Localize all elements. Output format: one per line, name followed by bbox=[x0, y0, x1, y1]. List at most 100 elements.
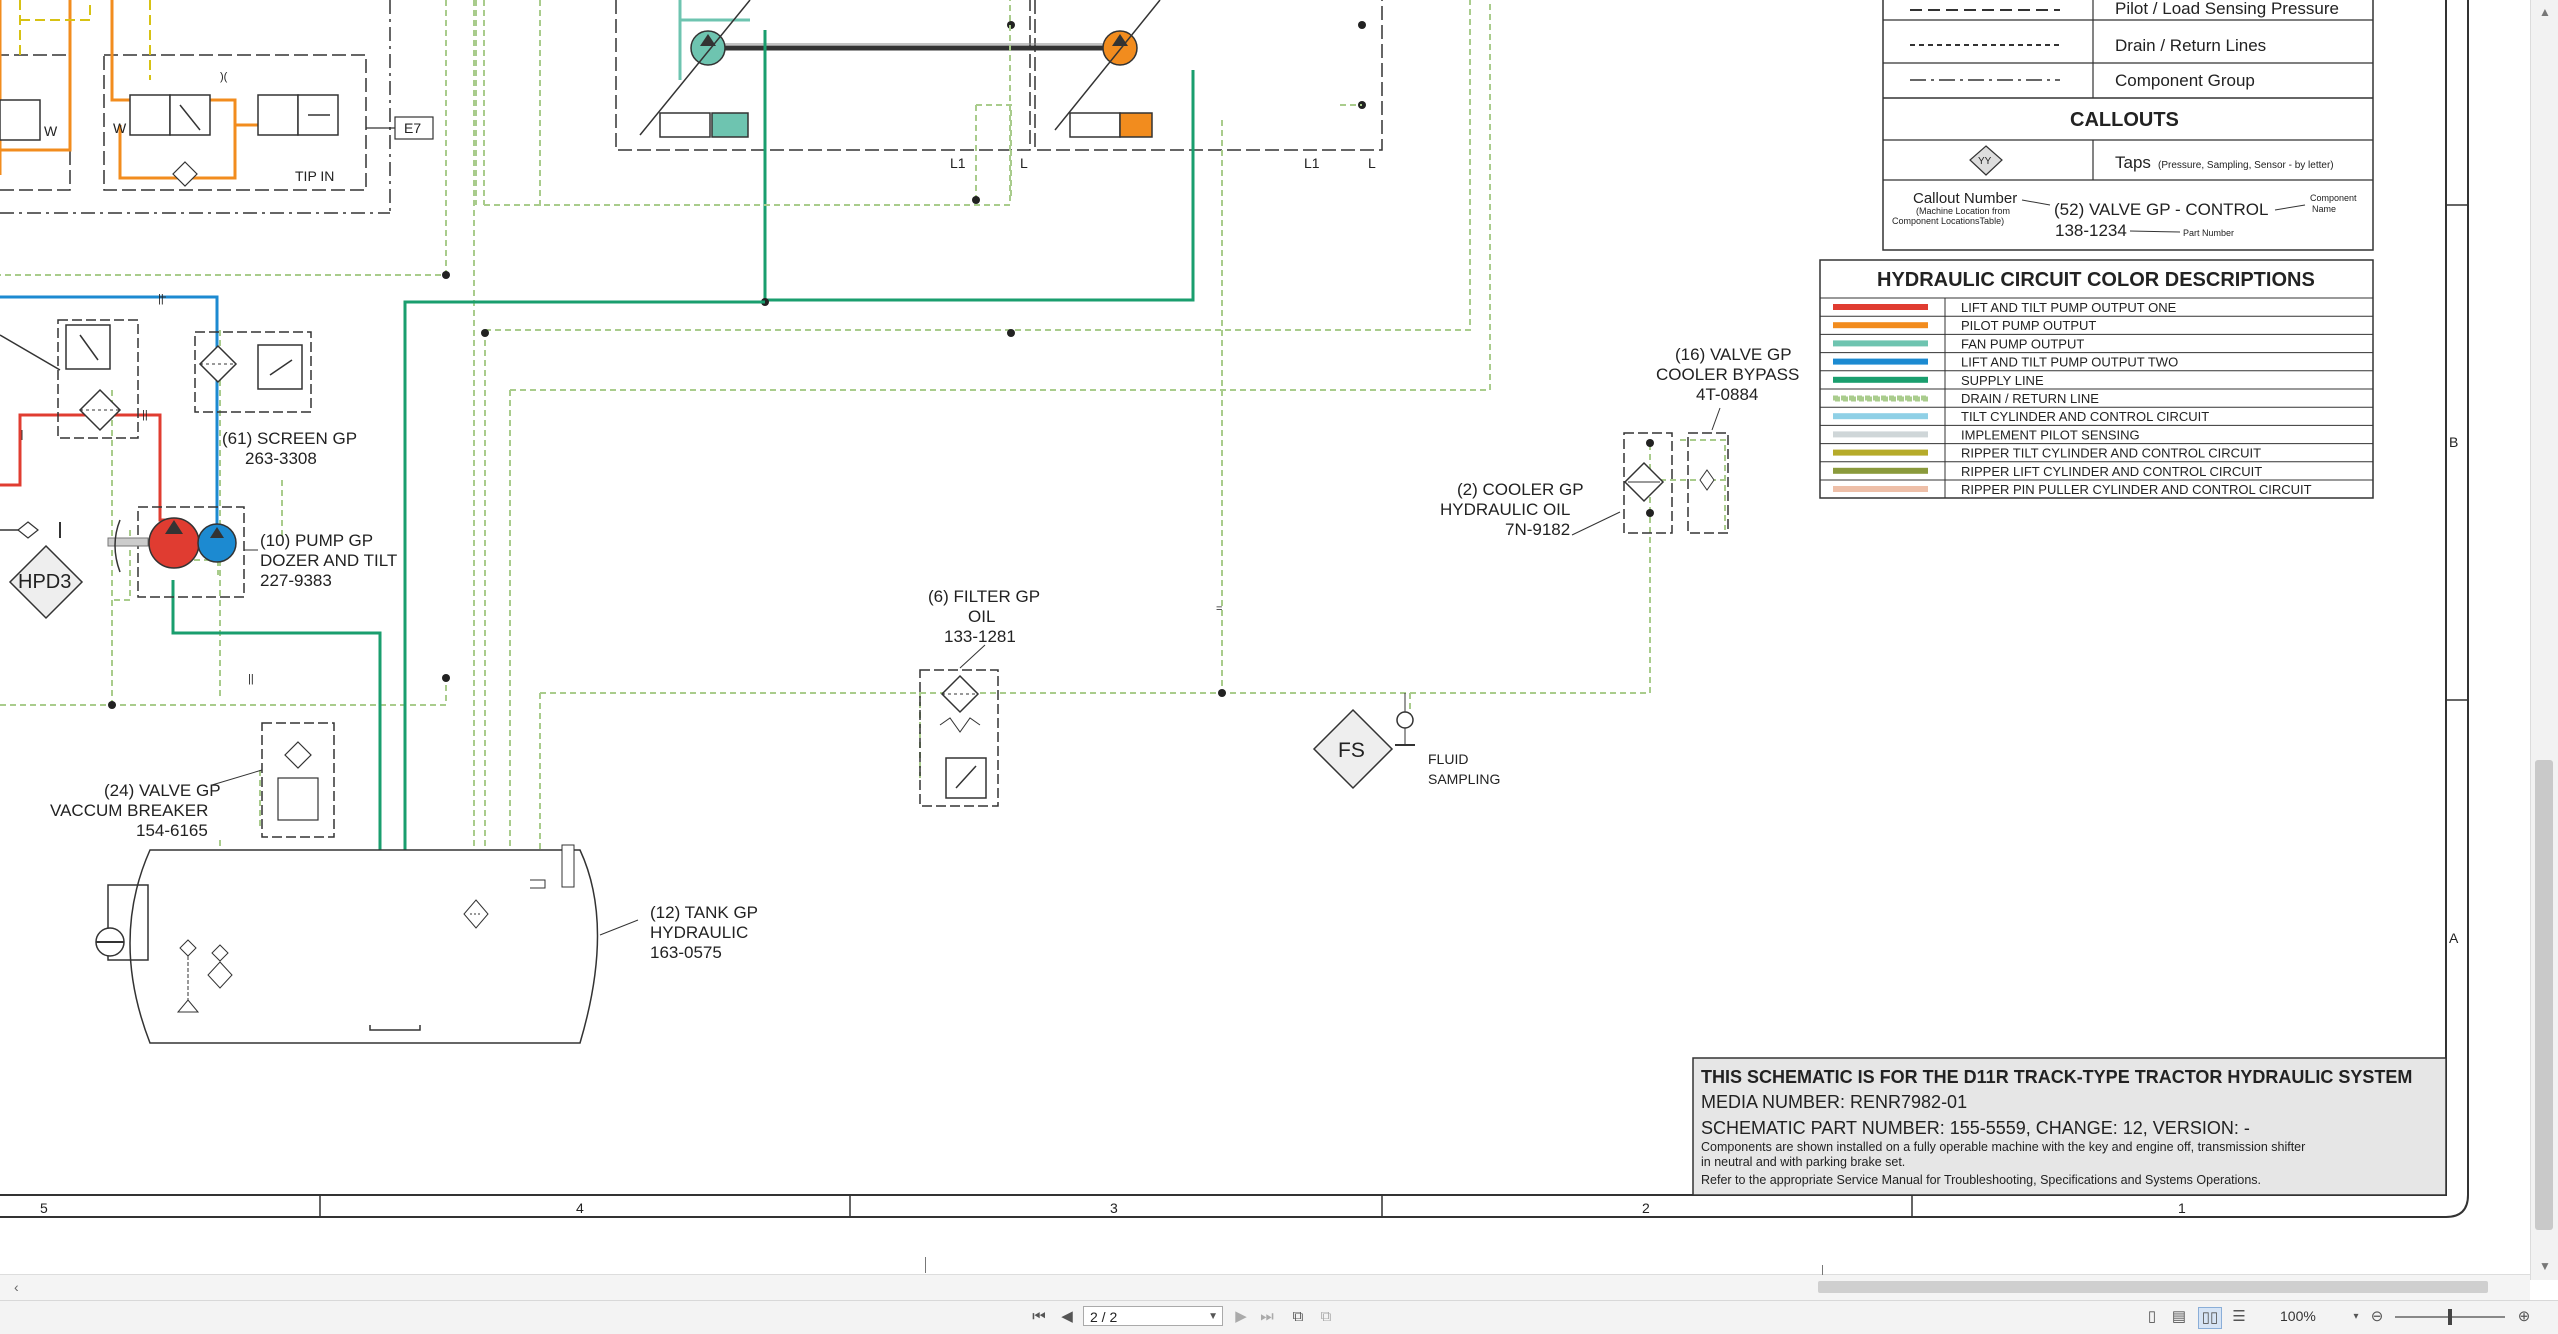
svg-text:||: || bbox=[142, 409, 148, 421]
color-legend-label: TILT CYLINDER AND CONTROL CIRCUIT bbox=[1961, 409, 2209, 424]
valve16-line3: 4T-0884 bbox=[1696, 385, 1758, 404]
tap-fs-label: FS bbox=[1338, 739, 1365, 762]
title-line5: in neutral and with parking brake set. bbox=[1701, 1155, 1905, 1169]
taps-note: (Pressure, Sampling, Sensor - by letter) bbox=[2158, 160, 2334, 171]
color-legend-swatch bbox=[1833, 340, 1928, 347]
color-legend-label: LIFT AND TILT PUMP OUTPUT TWO bbox=[1961, 355, 2178, 370]
color-legend-swatch bbox=[1833, 304, 1928, 310]
zoom-dropdown-chevron-icon[interactable]: ▾ bbox=[2350, 1307, 2362, 1327]
tank-12: (12) TANK GP HYDRAULIC 163-0575 bbox=[95, 844, 758, 1044]
legend-pilot-label: Pilot / Load Sensing Pressure bbox=[2115, 0, 2339, 18]
grid-col-4: 4 bbox=[576, 1200, 584, 1216]
color-legend-label: RIPPER TILT CYLINDER AND CONTROL CIRCUIT bbox=[1961, 446, 2261, 461]
color-legend-swatch bbox=[1833, 358, 1928, 365]
bottom-toolbar: ⏮ ◀ 2 / 2 ▼ ▶ ⏭ ⧉ ⧉ ▯ ▤ ▯▯ ☰ 100% ▾ ⊖ ⊕ bbox=[0, 1300, 2558, 1334]
callout-number-note2: Component LocationsTable) bbox=[1892, 216, 2004, 226]
zoom-out-icon[interactable]: ⊖ bbox=[2368, 1307, 2386, 1327]
component-name-label: Component bbox=[2310, 193, 2357, 203]
zoom-in-icon[interactable]: ⊕ bbox=[2515, 1307, 2533, 1327]
color-legend-label: RIPPER PIN PULLER CYLINDER AND CONTROL C… bbox=[1961, 482, 2312, 497]
valve24-line3: 154-6165 bbox=[136, 821, 208, 840]
schematic-canvas: 5 4 3 2 1 B A W W TIP IN E7 )(L1 L L1 L… bbox=[0, 0, 2530, 1280]
valve24-line2: VACCUM BREAKER bbox=[50, 801, 208, 820]
title-line6: Refer to the appropriate Service Manual … bbox=[1701, 1173, 2261, 1187]
top-left-valve-group: W W TIP IN E7 )( bbox=[0, 0, 434, 214]
port-e7-label: E7 bbox=[404, 120, 421, 136]
scroll-down-arrow-icon[interactable]: ▼ bbox=[2537, 1258, 2553, 1274]
port-l1-label-2: L1 bbox=[1304, 155, 1320, 171]
callout-number-note: (Machine Location from bbox=[1916, 206, 2010, 216]
color-legend: HYDRAULIC CIRCUIT COLOR DESCRIPTIONS LIF… bbox=[1819, 259, 2374, 499]
color-legend-label: PILOT PUMP OUTPUT bbox=[1961, 318, 2096, 333]
last-page-button[interactable]: ⏭ bbox=[1258, 1307, 1276, 1327]
valve16-line1: (16) VALVE GP bbox=[1675, 345, 1792, 364]
page-split-marker bbox=[925, 1257, 926, 1273]
color-legend-label: IMPLEMENT PILOT SENSING bbox=[1961, 427, 2140, 442]
grid-col-2: 2 bbox=[1642, 1200, 1650, 1216]
zoom-slider-knob[interactable] bbox=[2448, 1309, 2452, 1325]
grid-col-1: 1 bbox=[2178, 1200, 2186, 1216]
callout-number-label: Callout Number bbox=[1913, 190, 2017, 207]
port-w-label: W bbox=[44, 123, 58, 139]
cooler2-line3: 7N-9182 bbox=[1505, 520, 1570, 539]
grid-row-b: B bbox=[2449, 434, 2458, 450]
port-l-label: L bbox=[1020, 155, 1028, 171]
tap-hpd3-label: HPD3 bbox=[18, 571, 71, 593]
facing-pages-icon[interactable]: ▯▯ bbox=[2198, 1307, 2222, 1329]
title-line4: Components are shown installed on a full… bbox=[1701, 1140, 2305, 1154]
pump10-line1: (10) PUMP GP bbox=[260, 531, 373, 550]
legend-box: Pilot / Load Sensing Pressure Drain / Re… bbox=[1882, 0, 2374, 251]
component-name-label2: Name bbox=[2312, 204, 2336, 214]
color-legend-title: HYDRAULIC CIRCUIT COLOR DESCRIPTIONS bbox=[1877, 269, 2315, 291]
color-legend-label: SUPPLY LINE bbox=[1961, 373, 2044, 388]
taps-label: Taps bbox=[2115, 153, 2151, 172]
part-number-label: Part Number bbox=[2183, 228, 2234, 238]
fluid-sampling-line2: SAMPLING bbox=[1428, 771, 1500, 787]
first-page-button[interactable]: ⏮ bbox=[1030, 1307, 1048, 1327]
tap-hpd3: HPD3 bbox=[8, 544, 84, 620]
zoom-level-value[interactable]: 100% bbox=[2280, 1308, 2316, 1324]
single-page-icon[interactable]: ▯ bbox=[2143, 1307, 2161, 1327]
color-legend-swatch bbox=[1833, 322, 1928, 329]
tank12-line1: (12) TANK GP bbox=[650, 903, 758, 922]
color-legend-swatch bbox=[1833, 449, 1928, 456]
filter6-line2: OIL bbox=[968, 607, 995, 626]
previous-view-icon[interactable]: ⧉ bbox=[1288, 1307, 1308, 1327]
color-legend-label: FAN PUMP OUTPUT bbox=[1961, 336, 2084, 351]
svg-text:||: || bbox=[158, 293, 164, 305]
horizontal-scrollbar[interactable]: ‹ bbox=[0, 1257, 2530, 1301]
previous-page-button[interactable]: ◀ bbox=[1058, 1307, 1076, 1327]
color-legend-swatch bbox=[1833, 376, 1928, 383]
cooler2-line2: HYDRAULIC OIL bbox=[1440, 500, 1570, 519]
vertical-scrollbar[interactable]: ▲ ▼ bbox=[2530, 0, 2558, 1280]
color-legend-swatch bbox=[1833, 467, 1928, 474]
left-components: (61) SCREEN GP 263-3308 bbox=[0, 319, 357, 539]
top-pump-groups: L1 L L1 L bbox=[615, 0, 1383, 302]
continuous-facing-icon[interactable]: ☰ bbox=[2230, 1307, 2248, 1327]
color-legend-swatch bbox=[1833, 431, 1928, 438]
tap-symbol-label: YY bbox=[1978, 156, 1992, 167]
filter6-line3: 133-1281 bbox=[944, 627, 1016, 646]
next-view-icon[interactable]: ⧉ bbox=[1316, 1307, 1336, 1327]
page-number-select[interactable]: 2 / 2 ▼ bbox=[1083, 1306, 1223, 1326]
schematic-drawing: 5 4 3 2 1 B A W W TIP IN E7 )(L1 L L1 L… bbox=[0, 0, 2469, 1218]
vertical-scroll-thumb[interactable] bbox=[2535, 760, 2553, 1230]
color-legend-label: LIFT AND TILT PUMP OUTPUT ONE bbox=[1961, 300, 2177, 315]
tip-in-label: TIP IN bbox=[295, 168, 334, 184]
grid-col-3: 3 bbox=[1110, 1200, 1118, 1216]
horizontal-scroll-thumb[interactable] bbox=[1818, 1281, 2488, 1293]
continuous-page-icon[interactable]: ▤ bbox=[2170, 1307, 2188, 1327]
svg-text:=: = bbox=[1216, 603, 1222, 615]
scroll-up-arrow-icon[interactable]: ▲ bbox=[2537, 4, 2553, 20]
fluid-sampling-line1: FLUID bbox=[1428, 751, 1468, 767]
scroll-left-arrow-icon[interactable]: ‹ bbox=[14, 1279, 30, 1295]
next-page-button[interactable]: ▶ bbox=[1232, 1307, 1250, 1327]
title-block: THIS SCHEMATIC IS FOR THE D11R TRACK-TYP… bbox=[1692, 1057, 2447, 1196]
tank12-line2: HYDRAULIC bbox=[650, 923, 748, 942]
color-legend-swatch bbox=[1833, 486, 1928, 492]
cooler-and-bypass: (16) VALVE GP COOLER BYPASS 4T-0884 (2) … bbox=[1440, 345, 1799, 539]
page-number-value: 2 / 2 bbox=[1090, 1309, 1118, 1325]
title-line1: THIS SCHEMATIC IS FOR THE D11R TRACK-TYP… bbox=[1701, 1067, 2412, 1087]
port-l1-label: L1 bbox=[950, 155, 966, 171]
page-split-marker-2 bbox=[1822, 1265, 1823, 1275]
